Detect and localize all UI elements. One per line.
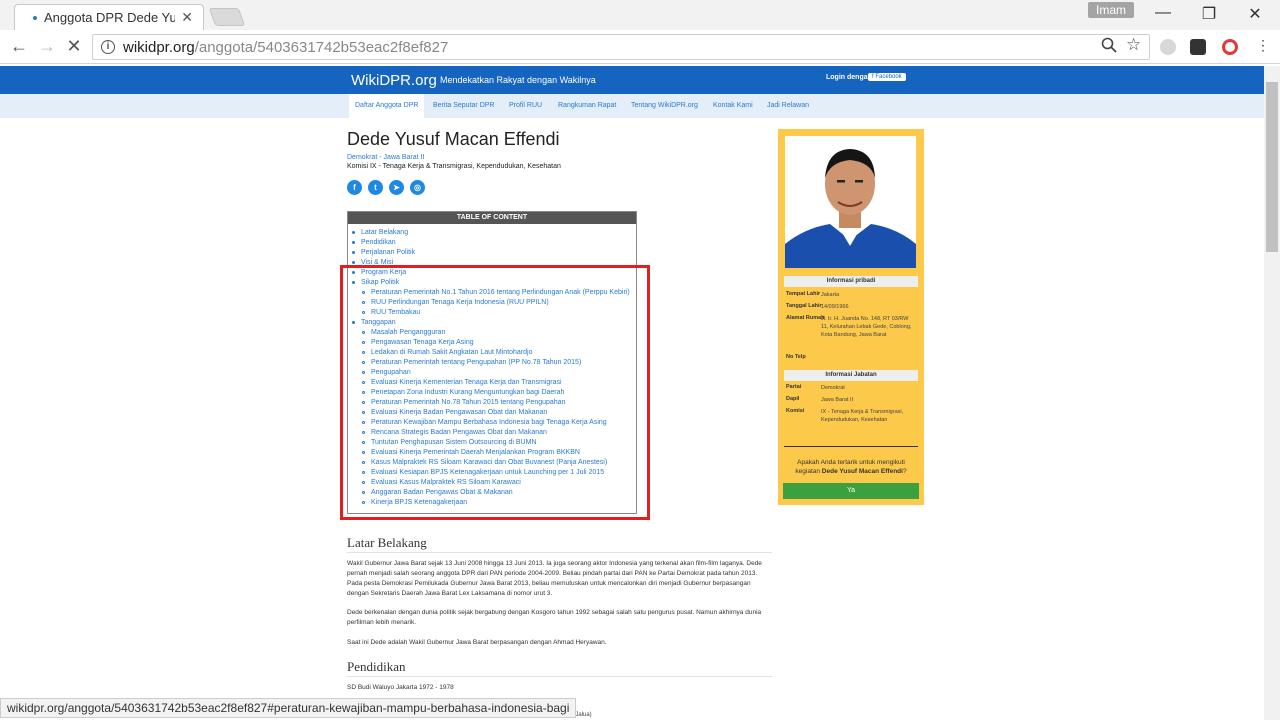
- telegram-share-icon[interactable]: ➤: [389, 180, 404, 195]
- prompt-end: ?: [902, 468, 907, 475]
- info-key: Partai: [786, 384, 802, 390]
- bullet-icon: [352, 230, 355, 234]
- info-value: Demokrat: [821, 385, 845, 391]
- toc-link-text: Perjalanan Politik: [361, 249, 416, 256]
- minimize-icon[interactable]: —: [1148, 4, 1178, 22]
- info-jabatan-header: Informasi Jabatan: [784, 370, 918, 381]
- url-host: wikidpr.org: [123, 38, 195, 56]
- divider: [784, 446, 918, 447]
- loading-icon: [33, 15, 37, 20]
- nav-kontak[interactable]: Kontak Kami: [707, 94, 759, 118]
- paragraph: Saat ini Dede adalah Wakil Gubernur Jawa…: [347, 639, 607, 646]
- divider: [347, 676, 772, 677]
- divider: [347, 552, 772, 553]
- nav-tentang[interactable]: Tentang WikiDPR.org: [625, 94, 704, 118]
- zoom-icon[interactable]: [1101, 37, 1117, 57]
- nav-rangkuman-rapat[interactable]: Rangkuman Rapat: [552, 94, 622, 118]
- highlight-box: [340, 265, 650, 520]
- opera-icon[interactable]: [1222, 39, 1238, 55]
- info-key: Dapil: [786, 396, 800, 402]
- ya-button[interactable]: Ya: [783, 483, 919, 499]
- login-label: Login dengan: [826, 74, 872, 81]
- paragraph: Dede berkenalan dengan dunia politik sej…: [347, 609, 762, 626]
- toc-item[interactable]: Perjalanan Politik: [352, 249, 415, 256]
- paragraph: Wakil Gubernur Jawa Barat sejak 13 Juni …: [347, 560, 762, 597]
- nav-profil-ruu[interactable]: Profil RUU: [503, 94, 548, 118]
- page-title: Dede Yusuf Macan Effendi: [347, 129, 560, 149]
- follow-prompt: Apakah Anda tertarik untuk mengikuti keg…: [786, 458, 916, 476]
- back-icon[interactable]: ←: [8, 36, 30, 57]
- education-item: SD Budi Waluyo Jakarta 1972 - 1978: [347, 684, 454, 691]
- nav-relawan[interactable]: Jadi Relawan: [761, 94, 815, 118]
- info-key: Komisi: [786, 408, 805, 414]
- bullet-icon: [352, 250, 355, 254]
- info-key: No Telp: [786, 354, 806, 360]
- bookmark-star-icon[interactable]: ☆: [1126, 35, 1141, 55]
- info-value: Jakarta: [821, 292, 840, 298]
- info-value: 14/09/1966: [821, 304, 849, 310]
- extension-icon[interactable]: [1190, 39, 1206, 55]
- forward-icon[interactable]: →: [36, 36, 58, 57]
- info-key: Tempat Lahir: [786, 291, 821, 297]
- info-key: Tanggal Lahir: [786, 303, 822, 309]
- new-tab-button[interactable]: [208, 8, 246, 26]
- extension-icon[interactable]: [1160, 39, 1176, 55]
- browser-titlebar: Anggota DPR Dede Yusu ✕ Imam — ❐ ✕: [0, 0, 1280, 30]
- site-logo[interactable]: WikiDPR.org: [351, 72, 437, 89]
- info-value: IX - Tenaga Kerja & Transmigrasi, Kepend…: [821, 409, 904, 423]
- facebook-share-icon[interactable]: f: [347, 180, 362, 195]
- close-tab-icon[interactable]: ✕: [181, 9, 193, 26]
- browser-toolbar: ← → ✕ i wikidpr.org/anggota/5403631742b5…: [0, 30, 1280, 64]
- toc-link-text: Pendidikan: [361, 239, 396, 246]
- nav-berita[interactable]: Berita Seputar DPR: [427, 94, 500, 118]
- party-region-link[interactable]: Demokrat - Jawa Barat II: [347, 154, 424, 161]
- twitter-share-icon[interactable]: t: [368, 180, 383, 195]
- maximize-icon[interactable]: ❐: [1194, 4, 1224, 24]
- scrollbar-thumb[interactable]: [1266, 82, 1278, 252]
- section-title-pendidikan: Pendidikan: [347, 659, 406, 674]
- komisi-text: Komisi IX - Tenaga Kerja & Transmigrasi,…: [347, 163, 561, 170]
- prompt-name: Dede Yusuf Macan Effendi: [821, 468, 903, 475]
- section-title-latar: Latar Belakang: [347, 535, 427, 550]
- info-value: Jl. Ir. H. Juanda No. 148, RT 03/RW 11, …: [821, 316, 912, 338]
- bullet-icon: [352, 240, 355, 244]
- site-header: WikiDPR.org Mendekatkan Rakyat dengan Wa…: [0, 66, 1264, 94]
- toc-link-text: Latar Belakang: [361, 229, 409, 236]
- url-path: /anggota/5403631742b53eac2f8ef827: [194, 38, 449, 56]
- nav-daftar-anggota[interactable]: Daftar Anggota DPR: [349, 94, 425, 118]
- toc-item[interactable]: Pendidikan: [352, 239, 396, 246]
- profile-badge[interactable]: Imam: [1088, 2, 1134, 18]
- status-bar-url: wikidpr.org/anggota/5403631742b53eac2f8e…: [0, 698, 577, 718]
- menu-icon[interactable]: ⋮: [1256, 37, 1270, 54]
- profile-photo: [785, 136, 916, 268]
- info-pribadi-header: Informasi pribadi: [784, 276, 918, 287]
- close-window-icon[interactable]: ✕: [1240, 4, 1270, 24]
- stop-icon[interactable]: ✕: [63, 36, 85, 57]
- info-icon[interactable]: i: [101, 40, 115, 54]
- site-nav: Daftar Anggota DPR Berita Seputar DPR Pr…: [0, 94, 1264, 118]
- bullet-icon: [352, 260, 355, 264]
- info-key: Alamat Rumah: [786, 315, 825, 321]
- toc-title: TABLE OF CONTENT: [348, 212, 636, 224]
- address-bar[interactable]: i wikidpr.org/anggota/5403631742b53eac2f…: [92, 34, 1150, 60]
- site-tagline: Mendekatkan Rakyat dengan Wakilnya: [440, 75, 596, 85]
- facebook-login-button[interactable]: f Facebook: [868, 73, 906, 81]
- info-value: Jawa Barat II: [821, 397, 854, 403]
- scrollbar[interactable]: [1264, 66, 1280, 720]
- browser-tab[interactable]: Anggota DPR Dede Yusu ✕: [14, 4, 204, 30]
- tab-title: Anggota DPR Dede Yusu: [44, 10, 176, 25]
- toc-item[interactable]: Latar Belakang: [352, 229, 408, 236]
- line-share-icon[interactable]: ◎: [410, 180, 425, 195]
